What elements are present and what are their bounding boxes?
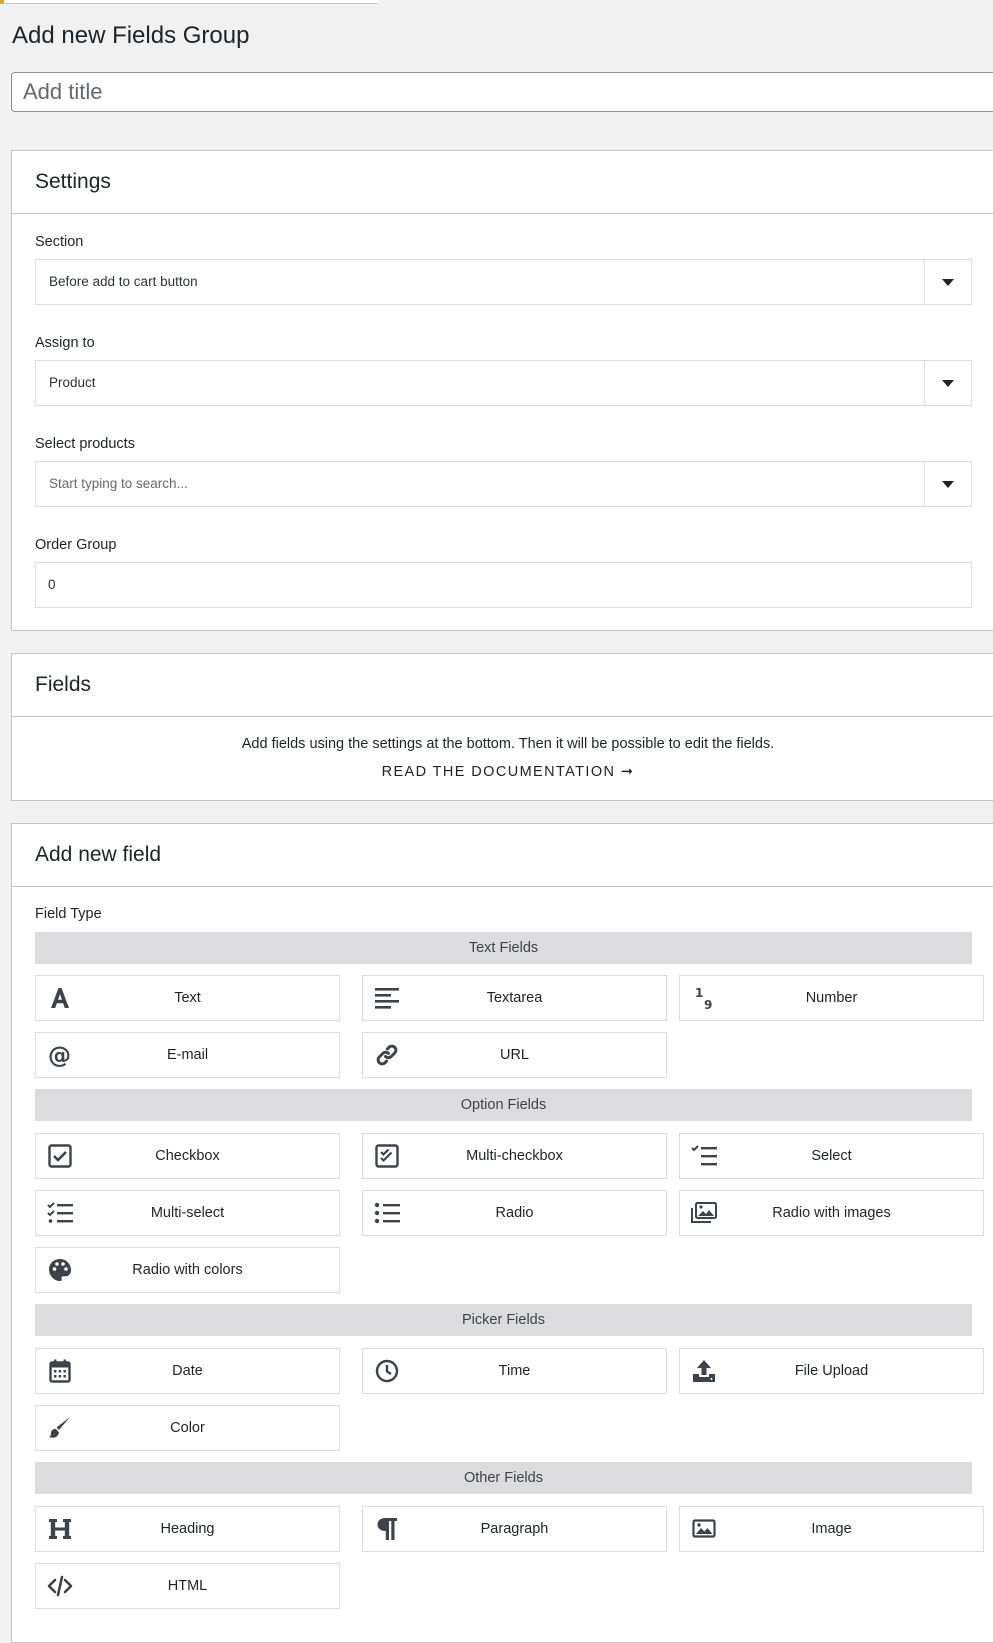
field-type-label-multi-select: Multi-select xyxy=(150,1205,225,1221)
field-type-text[interactable]: Text xyxy=(35,975,340,1021)
field-type-label-url: URL xyxy=(499,1047,529,1063)
field-type-radio-with-colors[interactable]: Radio with colors xyxy=(35,1247,340,1293)
assign-to-dropdown-toggle[interactable] xyxy=(924,361,971,405)
field-type-html[interactable]: HTML xyxy=(35,1563,340,1609)
section-select[interactable]: Before add to cart button xyxy=(35,259,972,305)
field-type-multi-checkbox[interactable]: Multi-checkbox xyxy=(362,1133,667,1179)
select-products-input[interactable]: Start typing to search... xyxy=(35,461,972,507)
field-type-heading[interactable]: Heading xyxy=(35,1506,340,1552)
field-type-label-select: Select xyxy=(811,1148,852,1164)
field-type-label-file-upload: File Upload xyxy=(794,1363,869,1379)
group-header-text-fields: Text Fields xyxy=(35,932,972,964)
settings-panel: Settings Section Before add to cart butt… xyxy=(11,150,993,631)
group-header-other-fields: Other Fields xyxy=(35,1462,972,1494)
chevron-down-icon xyxy=(942,278,954,286)
assign-to-label: Assign to xyxy=(35,335,95,351)
section-dropdown-toggle[interactable] xyxy=(924,260,971,304)
field-type-label-image: Image xyxy=(811,1521,852,1537)
field-type-label-paragraph: Paragraph xyxy=(480,1521,549,1537)
section-select-value: Before add to cart button xyxy=(49,274,198,289)
field-type-label-checkbox: Checkbox xyxy=(155,1148,220,1164)
add-new-field-header: Add new field xyxy=(12,824,993,887)
field-type-time[interactable]: Time xyxy=(362,1348,667,1394)
field-type-label-radio: Radio xyxy=(495,1205,534,1221)
field-type-color[interactable]: Color xyxy=(35,1405,340,1451)
field-type-file-upload[interactable]: File Upload xyxy=(679,1348,984,1394)
field-type-label-textarea: Textarea xyxy=(486,990,543,1006)
field-type-radio[interactable]: Radio xyxy=(362,1190,667,1236)
field-type-paragraph[interactable]: Paragraph xyxy=(362,1506,667,1552)
section-label: Section xyxy=(35,234,84,250)
title-input[interactable] xyxy=(11,72,993,112)
order-group-label: Order Group xyxy=(35,537,117,553)
field-type-date[interactable]: Date xyxy=(35,1348,340,1394)
field-type-label-radio-with-colors: Radio with colors xyxy=(132,1262,243,1278)
field-type-select[interactable]: Select xyxy=(679,1133,984,1179)
field-type-multi-select[interactable]: Multi-select xyxy=(35,1190,340,1236)
field-type-label-radio-with-images: Radio with images xyxy=(772,1205,891,1221)
select-products-placeholder: Start typing to search... xyxy=(49,476,188,491)
chevron-down-icon xyxy=(942,480,954,488)
order-group-value: 0 xyxy=(48,577,56,592)
field-type-label-time: Time xyxy=(498,1363,531,1379)
field-type-label: Field Type xyxy=(35,906,102,922)
field-type-url[interactable]: URL xyxy=(362,1032,667,1078)
field-type-label-date: Date xyxy=(172,1363,203,1379)
fields-panel: Fields Add fields using the settings at … xyxy=(11,653,993,801)
field-type-number[interactable]: 19 Number xyxy=(679,975,984,1021)
select-products-label: Select products xyxy=(35,436,135,452)
field-type-label-color: Color xyxy=(170,1420,205,1436)
field-type-checkbox[interactable]: Checkbox xyxy=(35,1133,340,1179)
group-header-picker-fields: Picker Fields xyxy=(35,1304,972,1336)
settings-header: Settings xyxy=(12,151,993,214)
notice-stub xyxy=(0,0,378,4)
field-type-label-heading: Heading xyxy=(160,1521,215,1537)
page-title: Add new Fields Group xyxy=(12,22,250,49)
assign-to-select-value: Product xyxy=(49,375,96,390)
field-type-email[interactable]: @ E-mail xyxy=(35,1032,340,1078)
field-type-label-multi-checkbox: Multi-checkbox xyxy=(466,1148,563,1164)
field-type-label-text: Text xyxy=(174,990,201,1006)
select-products-dropdown-toggle[interactable] xyxy=(924,462,971,506)
add-new-field-panel: Add new field Field Type Text Fields Tex… xyxy=(11,823,993,1643)
fields-empty-message: Add fields using the settings at the bot… xyxy=(241,736,775,752)
field-type-image[interactable]: Image xyxy=(679,1506,984,1552)
field-type-label-email: E-mail xyxy=(166,1047,209,1063)
order-group-input[interactable]: 0 xyxy=(35,562,972,608)
documentation-link[interactable]: READ THE DOCUMENTATION ➞ xyxy=(12,764,993,780)
field-type-label-html: HTML xyxy=(167,1578,208,1594)
group-header-option-fields: Option Fields xyxy=(35,1089,972,1121)
assign-to-select[interactable]: Product xyxy=(35,360,972,406)
fields-header: Fields xyxy=(12,654,993,717)
field-type-radio-with-images[interactable]: Radio with images xyxy=(679,1190,984,1236)
field-type-label-number: Number xyxy=(805,990,858,1006)
field-type-textarea[interactable]: Textarea xyxy=(362,975,667,1021)
chevron-down-icon xyxy=(942,379,954,387)
